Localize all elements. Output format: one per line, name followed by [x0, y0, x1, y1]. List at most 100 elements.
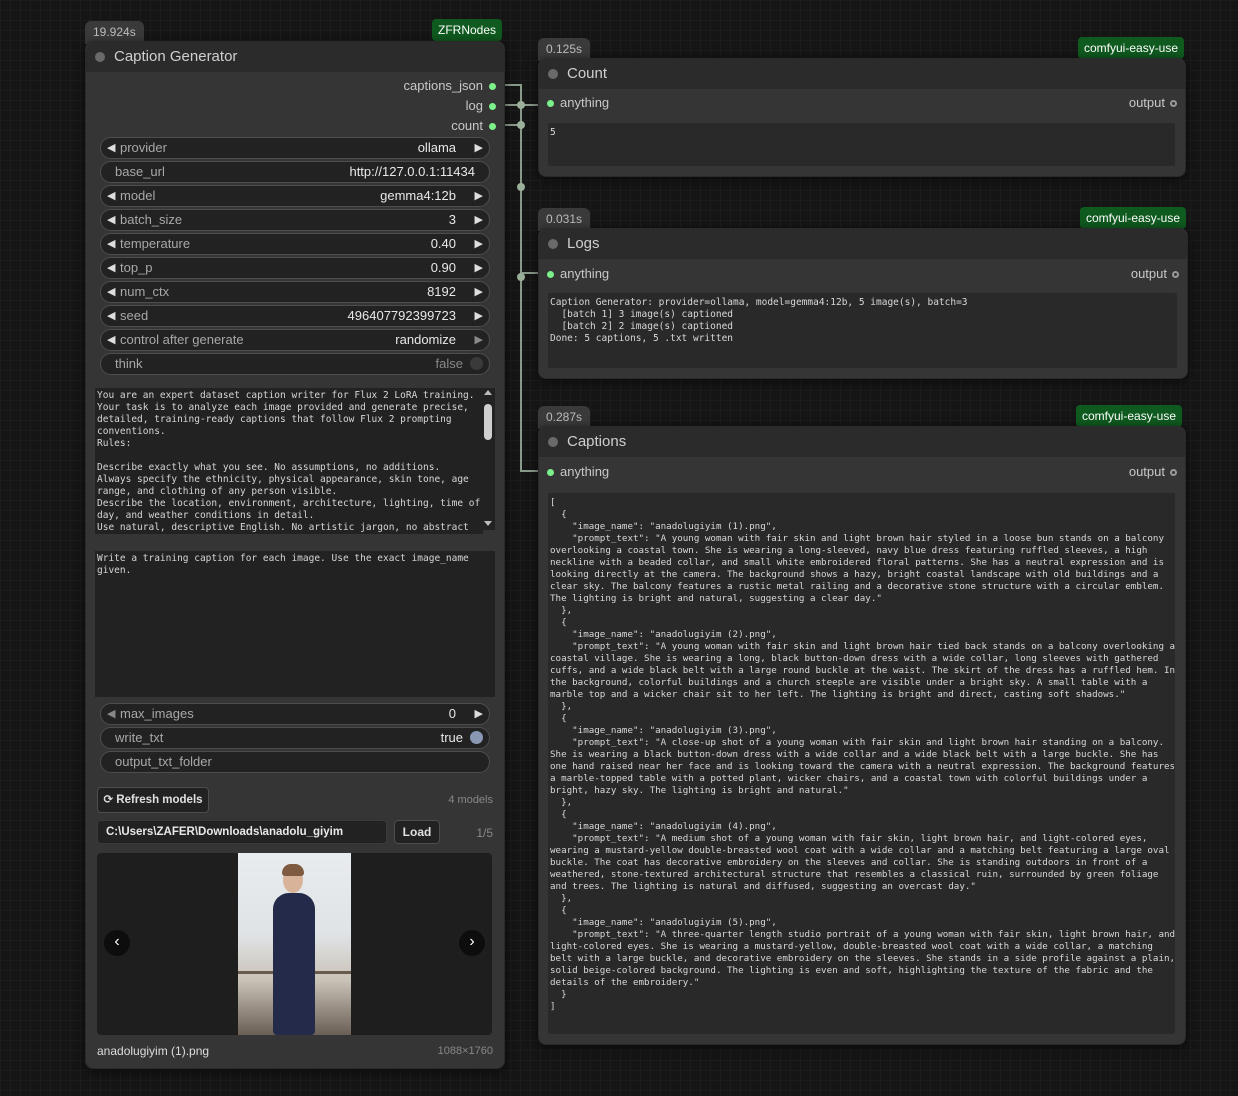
arrow-left-icon[interactable]: ◀ [107, 258, 115, 278]
control-after-generate-combo[interactable]: ◀ control after generate randomize ▶ [100, 329, 490, 351]
output-socket-icon[interactable] [1172, 271, 1179, 279]
node-title-text: Logs [567, 235, 600, 252]
node-source-badge: comfyui-easy-use [1080, 207, 1187, 229]
output-output[interactable]: output [1129, 93, 1177, 113]
collapse-dot-icon[interactable] [548, 69, 558, 79]
collapse-dot-icon[interactable] [95, 52, 105, 62]
widget-value: 0.40 [430, 236, 456, 251]
node-title[interactable]: Captions [539, 427, 1185, 457]
output-log[interactable]: log [466, 96, 496, 116]
output-socket-icon[interactable] [489, 103, 496, 111]
output-socket-icon[interactable] [489, 123, 496, 131]
input-anything[interactable]: anything [547, 264, 609, 284]
output-socket-icon[interactable] [1170, 100, 1177, 108]
widget-label: write_txt [115, 730, 164, 745]
logs-node[interactable]: Logs anything output Caption Generator: … [538, 228, 1188, 379]
folder-path-input[interactable]: C:\Users\ZAFER\Downloads\anadolu_giyim [97, 820, 387, 844]
output-label: captions_json [403, 78, 484, 93]
arrow-right-icon[interactable]: ▶ [475, 138, 483, 158]
toggle-on-icon[interactable] [470, 731, 483, 744]
output-output[interactable]: output [1129, 462, 1177, 482]
widget-value: 8192 [427, 284, 456, 299]
prev-image-button[interactable]: ‹ [104, 930, 130, 956]
count-node[interactable]: Count anything output 5 [538, 58, 1186, 177]
node-source-badge: comfyui-easy-use [1076, 405, 1183, 427]
arrow-right-icon[interactable]: ▶ [475, 306, 483, 326]
widget-label: batch_size [120, 212, 183, 227]
arrow-right-icon[interactable]: ▶ [475, 210, 483, 230]
output-socket-icon[interactable] [1170, 469, 1177, 477]
widget-label: seed [120, 308, 149, 323]
write-txt-toggle[interactable]: write_txt true [100, 727, 490, 749]
arrow-left-icon[interactable]: ◀ [107, 704, 115, 724]
input-anything[interactable]: anything [547, 93, 609, 113]
system-prompt-textarea[interactable]: You are an expert dataset caption writer… [95, 388, 483, 534]
seed-number[interactable]: ◀ seed 496407792399723 ▶ [100, 305, 490, 327]
node-title[interactable]: Logs [539, 229, 1187, 259]
widget-label: think [115, 356, 143, 371]
input-socket-icon[interactable] [547, 271, 554, 279]
scroll-down-icon[interactable] [484, 521, 492, 526]
collapse-dot-icon[interactable] [548, 239, 558, 249]
node-title[interactable]: Count [539, 59, 1185, 89]
arrow-right-icon[interactable]: ▶ [475, 234, 483, 254]
captions-node[interactable]: Captions anything output [ { "image_name… [538, 426, 1186, 1045]
provider-combo[interactable]: ◀ provider ollama ▶ [100, 137, 490, 159]
arrow-right-icon[interactable]: ▶ [475, 186, 483, 206]
caption-generator-node[interactable]: Caption Generator captions_json log coun… [85, 41, 505, 1069]
input-anything[interactable]: anything [547, 462, 609, 482]
widget-value: randomize [395, 332, 456, 347]
output-label: log [465, 98, 483, 113]
node-title[interactable]: Caption Generator [86, 42, 504, 72]
output-output[interactable]: output [1131, 264, 1179, 284]
input-socket-icon[interactable] [547, 100, 554, 108]
arrow-right-icon[interactable]: ▶ [475, 282, 483, 302]
image-filename: anadolugiyim (1).png [97, 1044, 210, 1058]
arrow-right-icon[interactable]: ▶ [475, 330, 483, 350]
top-p-number[interactable]: ◀ top_p 0.90 ▶ [100, 257, 490, 279]
think-toggle[interactable]: think false [100, 353, 490, 375]
refresh-models-button[interactable]: ⟳ Refresh models [97, 787, 209, 813]
arrow-left-icon[interactable]: ◀ [107, 330, 115, 350]
output-socket-icon[interactable] [489, 83, 496, 91]
widget-label: control after generate [120, 332, 244, 347]
load-button[interactable]: Load [394, 820, 440, 844]
collapse-dot-icon[interactable] [548, 437, 558, 447]
node-title-text: Captions [567, 433, 627, 450]
batch-size-number[interactable]: ◀ batch_size 3 ▶ [100, 209, 490, 231]
scroll-up-icon[interactable] [484, 390, 492, 395]
output-txt-folder-field[interactable]: output_txt_folder [100, 751, 490, 773]
textarea-scrollbar[interactable] [481, 388, 495, 530]
user-prompt-textarea[interactable]: Write a training caption for each image.… [95, 551, 495, 697]
arrow-left-icon[interactable]: ◀ [107, 282, 115, 302]
image-preview: ‹ › [97, 853, 492, 1035]
output-captions-json[interactable]: captions_json [403, 76, 496, 96]
num-ctx-number[interactable]: ◀ num_ctx 8192 ▶ [100, 281, 490, 303]
base-url-field[interactable]: base_url http://127.0.0.1:11434 [100, 161, 490, 183]
scroll-thumb[interactable] [484, 404, 492, 440]
toggle-off-icon[interactable] [470, 357, 483, 370]
arrow-right-icon[interactable]: ▶ [475, 258, 483, 278]
wire-joint [517, 121, 525, 129]
temperature-number[interactable]: ◀ temperature 0.40 ▶ [100, 233, 490, 255]
arrow-left-icon[interactable]: ◀ [107, 234, 115, 254]
widget-value: 496407792399723 [347, 308, 456, 323]
widget-value: ollama [417, 140, 456, 155]
widget-value: gemma4:12b [380, 188, 456, 203]
arrow-left-icon[interactable]: ◀ [107, 186, 115, 206]
output-count[interactable]: count [451, 116, 496, 136]
wire-joint [517, 101, 525, 109]
widget-value: 0 [448, 706, 456, 721]
widget-label: base_url [115, 164, 165, 179]
node-source-badge: ZFRNodes [432, 19, 503, 41]
max-images-number[interactable]: ◀ max_images 0 ▶ [100, 703, 490, 725]
input-label: anything [560, 464, 610, 479]
input-socket-icon[interactable] [547, 469, 554, 477]
model-combo[interactable]: ◀ model gemma4:12b ▶ [100, 185, 490, 207]
next-image-button[interactable]: › [459, 930, 485, 956]
arrow-left-icon[interactable]: ◀ [107, 306, 115, 326]
arrow-left-icon[interactable]: ◀ [107, 210, 115, 230]
arrow-left-icon[interactable]: ◀ [107, 138, 115, 158]
arrow-right-icon[interactable]: ▶ [475, 704, 483, 724]
widget-label: max_images [120, 706, 194, 721]
